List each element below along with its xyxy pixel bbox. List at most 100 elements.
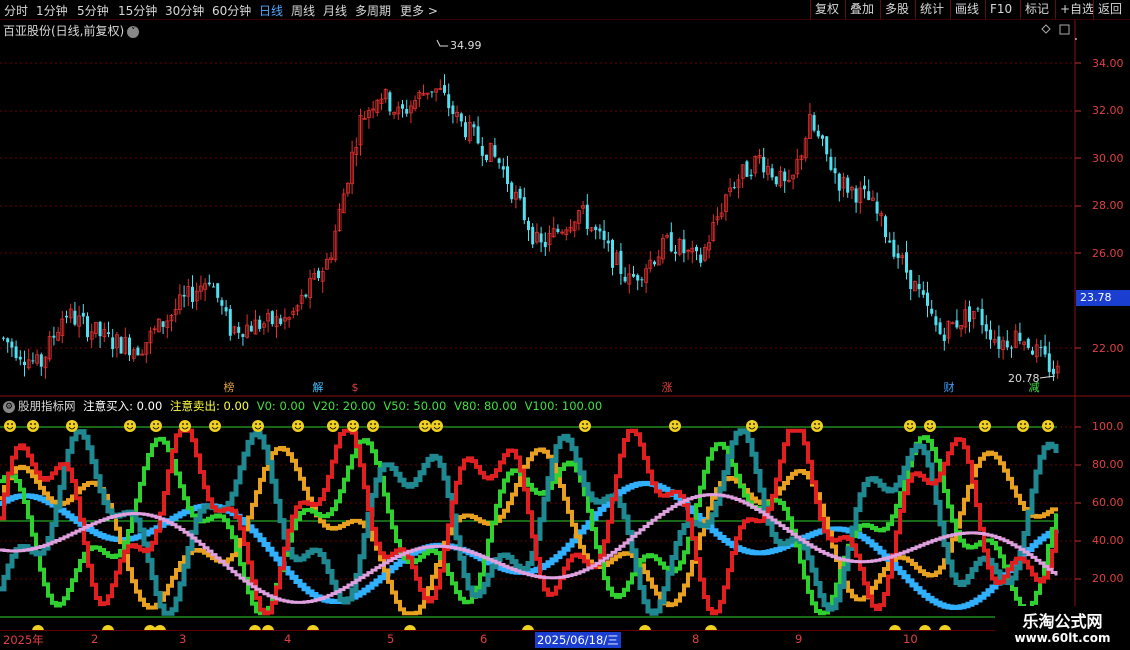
watermark-title: 乐淘公式网 bbox=[1022, 612, 1103, 631]
candle-body bbox=[510, 182, 514, 200]
candle-body bbox=[1043, 346, 1047, 355]
candle-body bbox=[237, 326, 241, 333]
date-label: 2025年 bbox=[3, 633, 44, 647]
date-label: 4 bbox=[284, 632, 292, 646]
maximize-icon bbox=[1059, 24, 1070, 35]
candle-body bbox=[258, 319, 262, 329]
smiley-icon bbox=[27, 420, 39, 432]
candle-body bbox=[81, 312, 85, 317]
candle-body bbox=[86, 316, 89, 338]
smiley-icon bbox=[66, 420, 78, 432]
candle-body bbox=[653, 261, 656, 265]
crosshair-date-label: 2025/06/18/三 bbox=[535, 632, 621, 648]
candle-body bbox=[816, 130, 820, 137]
high-price-marker: 34.99 bbox=[450, 39, 482, 52]
high-marker-pointer bbox=[436, 39, 448, 47]
smiley-icon bbox=[367, 420, 379, 432]
candle-body bbox=[821, 135, 824, 139]
smiley-icon bbox=[979, 420, 991, 432]
candle-body bbox=[846, 177, 850, 193]
price-chart[interactable]: 34.9920.78 bbox=[0, 0, 1130, 650]
event-marker[interactable]: 榜 bbox=[222, 381, 236, 395]
price-tick: 30.00 bbox=[1092, 152, 1124, 165]
smiley-eye bbox=[259, 423, 261, 425]
smiley-eye bbox=[131, 423, 133, 425]
smiley-eye bbox=[907, 423, 909, 425]
watermark-url: www.60lt.com bbox=[1014, 631, 1111, 645]
sell-label: 注意卖出: 0.00 bbox=[169, 399, 250, 413]
candle-body bbox=[270, 311, 274, 325]
candle-body bbox=[867, 191, 871, 201]
candle-body bbox=[241, 334, 245, 337]
candle-body bbox=[527, 220, 530, 231]
smiley-icon bbox=[904, 420, 916, 432]
indicator-tick: 80.00 bbox=[1092, 458, 1124, 471]
event-marker[interactable]: $ bbox=[348, 381, 362, 395]
candle-body bbox=[388, 92, 392, 112]
candle-body bbox=[837, 173, 841, 191]
smiley-eye bbox=[127, 423, 129, 425]
candle-body bbox=[619, 250, 623, 274]
candle-body bbox=[304, 294, 308, 297]
price-tick: 34.00 bbox=[1092, 57, 1124, 70]
candle-body bbox=[161, 321, 165, 327]
candle-body bbox=[182, 294, 186, 297]
smiley-icon bbox=[669, 420, 681, 432]
candle-body bbox=[732, 187, 736, 189]
candle-body bbox=[1052, 368, 1055, 375]
candle-body bbox=[745, 161, 749, 177]
gear-icon[interactable]: ⚙ bbox=[3, 400, 15, 413]
smiley-eye bbox=[1020, 423, 1022, 425]
candle-body bbox=[917, 283, 921, 290]
indicator-header[interactable]: ⚙ 股朋指标网 注意买入: 0.00 注意卖出: 0.00 V0: 0.00 V2… bbox=[3, 398, 606, 414]
smiley-eye bbox=[30, 423, 32, 425]
candle-body bbox=[2, 337, 5, 339]
event-marker[interactable]: 涨 bbox=[660, 381, 674, 395]
smiley-icon bbox=[746, 420, 758, 432]
candle-body bbox=[191, 286, 194, 302]
candle-body bbox=[279, 318, 283, 325]
event-marker[interactable]: 财 bbox=[942, 381, 956, 395]
candle-body bbox=[476, 126, 480, 144]
candle-body bbox=[39, 354, 43, 367]
buy-label: 注意买入: 0.00 bbox=[83, 399, 163, 413]
v0-label: V0: 0.00 bbox=[256, 399, 306, 413]
candle-body bbox=[955, 320, 959, 328]
candle-body bbox=[1031, 350, 1034, 355]
candle-body bbox=[522, 197, 526, 221]
smiley-eye bbox=[334, 423, 336, 425]
v50-label: V50: 50.00 bbox=[383, 399, 447, 413]
candle-body bbox=[216, 283, 220, 298]
candle-body bbox=[863, 185, 866, 190]
candle-body bbox=[938, 322, 942, 335]
date-label: 8 bbox=[692, 632, 700, 646]
candle-body bbox=[602, 230, 606, 240]
smiley-icon bbox=[431, 420, 443, 432]
candle-body bbox=[934, 316, 938, 326]
candle-body bbox=[220, 300, 224, 306]
candle-body bbox=[984, 324, 988, 332]
candle-body bbox=[207, 282, 211, 285]
smiley-icon bbox=[209, 420, 221, 432]
candle-body bbox=[501, 166, 505, 170]
candle-body bbox=[497, 158, 501, 163]
smiley-icon bbox=[347, 420, 359, 432]
smiley-eye bbox=[982, 423, 984, 425]
candle-body bbox=[854, 188, 858, 203]
smiley-eye bbox=[370, 423, 372, 425]
event-marker[interactable]: 减 bbox=[1027, 381, 1041, 395]
v100-label: V100: 100.00 bbox=[524, 399, 603, 413]
smiley-eye bbox=[216, 423, 218, 425]
candle-body bbox=[783, 171, 787, 182]
smiley-eye bbox=[422, 423, 424, 425]
smiley-icon bbox=[811, 420, 823, 432]
smiley-eye bbox=[426, 423, 428, 425]
candle-body bbox=[699, 254, 703, 263]
v80-label: V80: 80.00 bbox=[453, 399, 517, 413]
smiley-icon bbox=[924, 420, 936, 432]
candle-body bbox=[1047, 353, 1051, 373]
event-marker[interactable]: 解 bbox=[311, 381, 325, 395]
smiley-icon bbox=[327, 420, 339, 432]
candle-body bbox=[317, 270, 320, 279]
price-tick: 28.00 bbox=[1092, 199, 1124, 212]
